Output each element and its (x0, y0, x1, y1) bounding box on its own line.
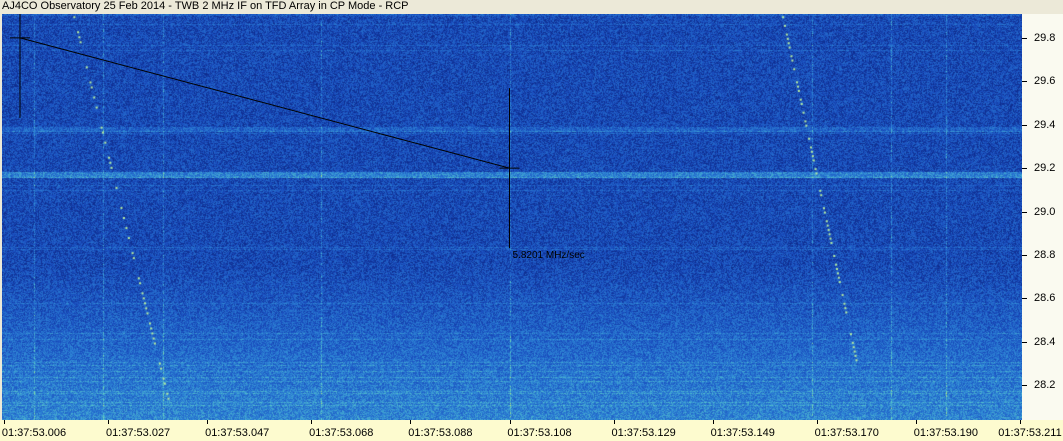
x-tick-label: 01:37:53.027 (105, 427, 171, 439)
x-tick-mark (4, 420, 5, 424)
x-tick-label: 01:37:53.006 (1, 427, 67, 439)
x-tick-mark (509, 420, 511, 424)
x-axis: 01:37:53.006 01:37:53.027 01:37:53.047 01:3… (0, 420, 1063, 441)
x-tick-label: 01:37:53.108 (507, 427, 572, 439)
x-tick-mark (311, 420, 313, 424)
y-tick-mark (1022, 254, 1027, 256)
x-tick-mark (712, 420, 714, 424)
y-tick-mark (1022, 385, 1027, 387)
y-tick-label: 29.0 (1034, 205, 1056, 218)
y-tick-label: 29.6 (1034, 75, 1056, 88)
drift-rate-line (19, 37, 510, 169)
y-tick-label: 29.2 (1034, 162, 1056, 175)
y-tick-label: 28.6 (1034, 292, 1056, 305)
chart-title: AJ4CO Observatory 25 Feb 2014 - TWB 2 MH… (2, 0, 409, 12)
drift-rate-label: 5.8201 MHz/sec (513, 250, 585, 261)
y-tick-mark (1022, 211, 1027, 213)
x-tick-label: 01:37:53.047 (205, 427, 270, 439)
y-tick-mark (1022, 298, 1027, 300)
y-axis: 29.8 29.6 29.4 29.2 29.0 28.8 28.6 28.4 28.2 (1022, 14, 1063, 420)
x-tick-mark (207, 420, 209, 424)
x-tick-label: 01:37:53.170 (814, 427, 879, 439)
y-tick-mark (1022, 37, 1027, 39)
y-tick-mark (1022, 168, 1027, 170)
x-tick-label: 01:37:53.068 (309, 427, 374, 439)
x-tick-label: 01:37:53.129 (611, 427, 676, 439)
spectrogram-plot[interactable]: 5.8201 MHz/sec (2, 14, 1022, 420)
x-tick-mark (108, 420, 110, 424)
x-tick-mark (613, 420, 615, 424)
x-tick-label: 01:37:53.190 (913, 427, 979, 439)
x-tick-mark (1020, 420, 1021, 424)
x-tick-label: 01:37:53.149 (710, 427, 775, 439)
x-tick-mark (410, 420, 412, 424)
y-tick-mark (1022, 124, 1027, 126)
y-tick-label: 29.4 (1034, 118, 1056, 131)
x-tick-mark (816, 420, 818, 424)
x-tick-label: 01:37:53.088 (408, 427, 473, 439)
y-tick-mark (1022, 341, 1027, 343)
measurement-overlay: 5.8201 MHz/sec (10, 14, 585, 261)
y-tick-label: 28.4 (1034, 335, 1056, 348)
x-tick-label: 01:37:53.211 (998, 427, 1062, 439)
x-tick-mark (915, 420, 917, 424)
y-tick-label: 28.8 (1034, 248, 1056, 261)
y-tick-mark (1022, 81, 1027, 83)
y-tick-label: 28.2 (1034, 379, 1056, 392)
y-tick-label: 29.8 (1034, 31, 1056, 44)
